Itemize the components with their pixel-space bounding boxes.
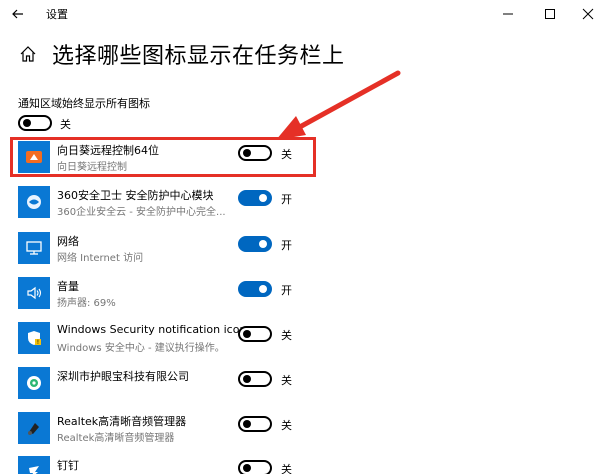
- toggle-knob: [243, 420, 251, 428]
- dingtalk-icon: [18, 456, 50, 474]
- title-bar: 设置: [0, 0, 600, 28]
- realtek-audio-icon: [18, 412, 50, 444]
- app-name: 音量: [57, 280, 79, 293]
- back-arrow-icon[interactable]: [8, 4, 28, 24]
- app-toggle[interactable]: [238, 236, 272, 252]
- toggle-knob: [259, 194, 267, 202]
- app-subtitle: Realtek高清晰音频管理器: [57, 433, 175, 444]
- maximize-button[interactable]: [540, 4, 560, 24]
- app-toggle[interactable]: [238, 190, 272, 206]
- always-show-label: 通知区域始终显示所有图标: [18, 97, 150, 110]
- toggle-knob: [243, 330, 251, 338]
- app-name: 网络: [57, 235, 79, 248]
- speaker-icon: [18, 277, 50, 309]
- app-subtitle: 网络 Internet 访问: [57, 253, 144, 264]
- toggle-knob: [243, 375, 251, 383]
- annotation-highlight-box: [10, 137, 316, 177]
- app-toggle[interactable]: [238, 416, 272, 432]
- app-name: 360安全卫士 安全防护中心模块: [57, 189, 214, 202]
- app-toggle-state: 关: [281, 419, 292, 432]
- app-name: Windows Security notification icon: [57, 323, 247, 336]
- always-show-toggle[interactable]: [18, 115, 52, 131]
- app-row-realtek: Realtek高清晰音频管理器 Realtek高清晰音频管理器 关: [0, 412, 600, 458]
- toggle-knob: [259, 285, 267, 293]
- app-row-windows-security: ! Windows Security notification icon Win…: [0, 322, 600, 368]
- app-row-network: 网络 网络 Internet 访问 开: [0, 232, 600, 278]
- app-name: 深圳市护眼宝科技有限公司: [57, 370, 189, 383]
- app-subtitle: 扬声器: 69%: [57, 298, 116, 309]
- shield-360-icon: [18, 186, 50, 218]
- app-row-360: 360安全卫士 安全防护中心模块 360企业安全云 - 安全防护中心完全... …: [0, 186, 600, 232]
- close-button[interactable]: [578, 4, 598, 24]
- app-subtitle: 360企业安全云 - 安全防护中心完全...: [57, 207, 226, 218]
- app-toggle-state: 关: [281, 329, 292, 342]
- eye-protect-icon: [18, 367, 50, 399]
- svg-text:!: !: [37, 339, 39, 346]
- app-toggle-state: 关: [281, 463, 292, 474]
- app-toggle-state: 开: [281, 284, 292, 297]
- app-row-dingtalk: 钉钉 关: [0, 456, 600, 474]
- app-toggle[interactable]: [238, 326, 272, 342]
- page-title: 选择哪些图标显示在任务栏上: [52, 44, 345, 69]
- home-icon[interactable]: [18, 44, 38, 64]
- network-icon: [18, 232, 50, 264]
- app-toggle-state: 关: [281, 374, 292, 387]
- toggle-knob: [259, 240, 267, 248]
- app-name: 钉钉: [57, 459, 79, 472]
- minimize-button[interactable]: [498, 4, 518, 24]
- windows-security-icon: !: [18, 322, 50, 354]
- app-toggle[interactable]: [238, 371, 272, 387]
- toggle-knob: [243, 464, 251, 472]
- always-show-state: 关: [60, 118, 71, 131]
- app-row-volume: 音量 扬声器: 69% 开: [0, 277, 600, 323]
- app-toggle-state: 开: [281, 239, 292, 252]
- app-toggle-state: 开: [281, 193, 292, 206]
- app-row-eye-protect: 深圳市护眼宝科技有限公司 关: [0, 367, 600, 413]
- toggle-knob: [23, 119, 31, 127]
- app-toggle[interactable]: [238, 281, 272, 297]
- app-subtitle: Windows 安全中心 - 建议执行操作。: [57, 343, 225, 354]
- window-title: 设置: [46, 8, 68, 21]
- app-name: Realtek高清晰音频管理器: [57, 415, 187, 428]
- app-toggle[interactable]: [238, 460, 272, 474]
